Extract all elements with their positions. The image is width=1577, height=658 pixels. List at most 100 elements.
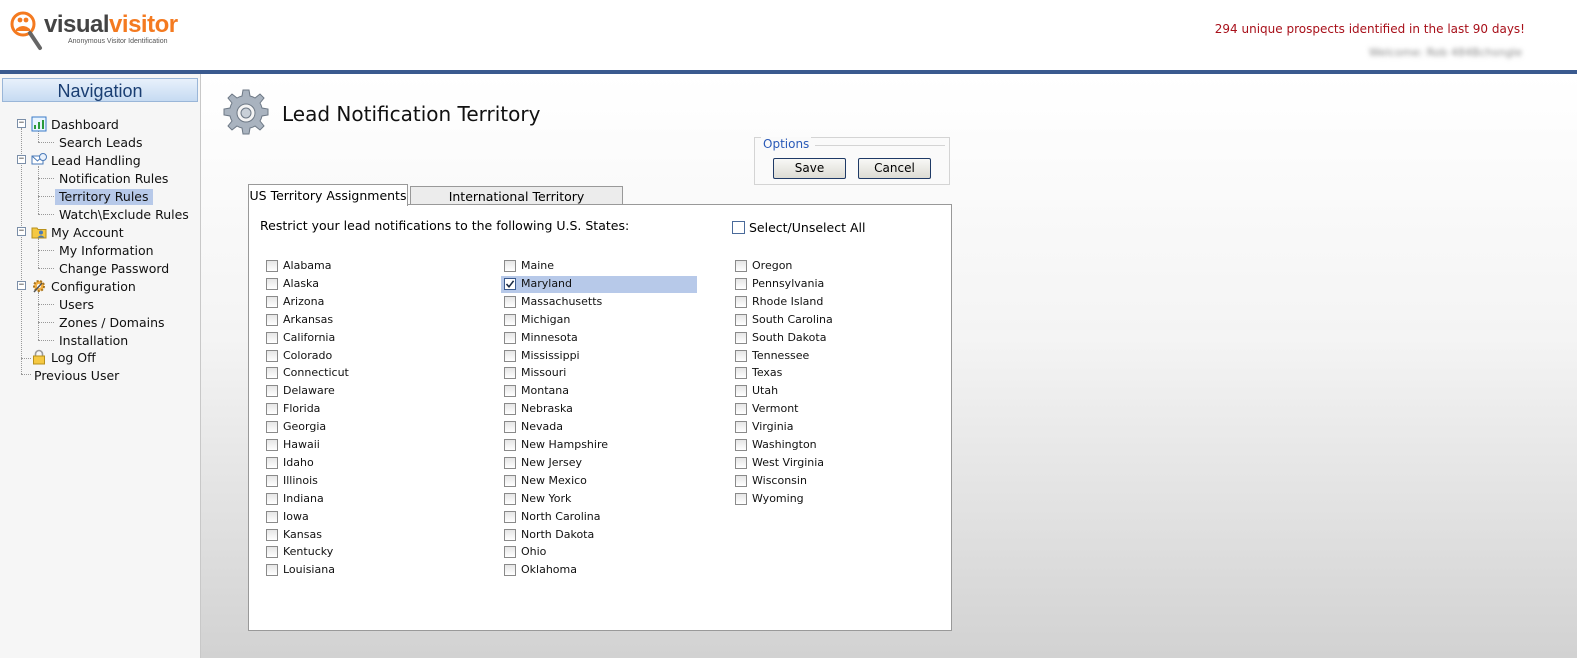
state-row-idaho[interactable]: Idaho [263,455,459,472]
state-checkbox-idaho[interactable] [266,456,278,469]
state-row-indiana[interactable]: Indiana [263,491,459,508]
state-checkbox-north-carolina[interactable] [504,510,516,523]
state-row-hawaii[interactable]: Hawaii [263,437,459,454]
state-checkbox-nebraska[interactable] [504,403,516,416]
state-checkbox-missouri[interactable] [504,367,516,380]
state-row-alaska[interactable]: Alaska [263,276,459,293]
state-row-north-dakota[interactable]: North Dakota [501,527,697,544]
state-row-georgia[interactable]: Georgia [263,419,459,436]
nav-watch-exclude-rules[interactable]: Watch\Exclude Rules [59,207,189,223]
state-checkbox-pennsylvania[interactable] [735,277,747,290]
state-row-south-carolina[interactable]: South Carolina [732,312,928,329]
state-checkbox-oklahoma[interactable] [504,564,516,577]
state-row-new-jersey[interactable]: New Jersey [501,455,697,472]
state-checkbox-louisiana[interactable] [266,564,278,577]
nav-previous-user[interactable]: Previous User [34,368,119,384]
state-row-mississippi[interactable]: Mississippi [501,348,697,365]
nav-search-leads[interactable]: Search Leads [59,135,142,151]
state-row-nebraska[interactable]: Nebraska [501,401,697,418]
state-row-ohio[interactable]: Ohio [501,544,697,561]
state-row-massachusetts[interactable]: Massachusetts [501,294,697,311]
state-checkbox-hawaii[interactable] [266,439,278,451]
save-button[interactable]: Save [773,158,846,179]
tab-us-territory-assignments[interactable]: US Territory Assignments [248,184,408,206]
nav-change-password[interactable]: Change Password [59,261,169,277]
nav-my-information[interactable]: My Information [59,243,154,259]
state-row-west-virginia[interactable]: West Virginia [732,455,928,472]
state-checkbox-south-dakota[interactable] [735,331,747,344]
state-checkbox-iowa[interactable] [266,510,278,523]
state-row-minnesota[interactable]: Minnesota [501,330,697,347]
state-row-tennessee[interactable]: Tennessee [732,348,928,365]
state-row-north-carolina[interactable]: North Carolina [501,509,697,526]
state-checkbox-oregon[interactable] [735,260,747,272]
state-row-vermont[interactable]: Vermont [732,401,928,418]
state-checkbox-utah[interactable] [735,385,747,398]
collapse-toggle-icon[interactable]: − [17,281,26,290]
state-checkbox-alabama[interactable] [266,260,278,272]
state-checkbox-wyoming[interactable] [735,492,747,505]
state-checkbox-arizona[interactable] [266,295,278,308]
state-row-washington[interactable]: Washington [732,437,928,454]
nav-notification-rules[interactable]: Notification Rules [59,171,168,187]
state-row-kentucky[interactable]: Kentucky [263,544,459,561]
state-checkbox-maryland[interactable] [504,277,516,290]
state-checkbox-west-virginia[interactable] [735,456,747,469]
state-checkbox-arkansas[interactable] [266,313,278,326]
state-row-maine[interactable]: Maine [501,258,697,275]
state-checkbox-new-york[interactable] [504,492,516,505]
state-row-iowa[interactable]: Iowa [263,509,459,526]
state-row-florida[interactable]: Florida [263,401,459,418]
state-row-louisiana[interactable]: Louisiana [263,562,459,579]
select-all-box[interactable] [732,221,745,234]
state-row-alabama[interactable]: Alabama [263,258,459,275]
state-row-utah[interactable]: Utah [732,383,928,400]
state-row-california[interactable]: California [263,330,459,347]
state-row-pennsylvania[interactable]: Pennsylvania [732,276,928,293]
state-row-colorado[interactable]: Colorado [263,348,459,365]
state-row-missouri[interactable]: Missouri [501,365,697,382]
nav-dashboard[interactable]: Dashboard [51,117,119,133]
state-checkbox-washington[interactable] [735,439,747,451]
state-checkbox-illinois[interactable] [266,474,278,487]
state-row-texas[interactable]: Texas [732,365,928,382]
tab-international-territory-assignments[interactable]: International Territory Assignments [410,186,623,224]
state-row-illinois[interactable]: Illinois [263,473,459,490]
state-row-virginia[interactable]: Virginia [732,419,928,436]
state-checkbox-colorado[interactable] [266,349,278,362]
nav-lead-handling[interactable]: Lead Handling [51,153,141,169]
nav-log-off[interactable]: Log Off [51,350,96,366]
state-checkbox-new-jersey[interactable] [504,456,516,469]
state-checkbox-new-hampshire[interactable] [504,439,516,451]
state-checkbox-montana[interactable] [504,385,516,398]
state-checkbox-mississippi[interactable] [504,349,516,362]
state-row-arkansas[interactable]: Arkansas [263,312,459,329]
state-row-new-hampshire[interactable]: New Hampshire [501,437,697,454]
state-row-oregon[interactable]: Oregon [732,258,928,275]
state-row-maryland[interactable]: Maryland [501,275,697,293]
state-row-oklahoma[interactable]: Oklahoma [501,562,697,579]
state-checkbox-alaska[interactable] [266,277,278,290]
state-checkbox-indiana[interactable] [266,492,278,505]
nav-my-account[interactable]: My Account [51,225,124,241]
state-checkbox-texas[interactable] [735,367,747,380]
logo[interactable]: visualvisitor Anonymous Visitor Identifi… [10,10,185,52]
state-checkbox-georgia[interactable] [266,421,278,434]
state-row-delaware[interactable]: Delaware [263,383,459,400]
state-checkbox-michigan[interactable] [504,313,516,326]
cancel-button[interactable]: Cancel [858,158,931,179]
state-row-connecticut[interactable]: Connecticut [263,365,459,382]
state-checkbox-new-mexico[interactable] [504,474,516,487]
state-row-new-york[interactable]: New York [501,491,697,508]
state-checkbox-wisconsin[interactable] [735,474,747,487]
nav-users[interactable]: Users [59,297,94,313]
nav-configuration[interactable]: Configuration [51,279,136,295]
state-checkbox-california[interactable] [266,331,278,344]
state-checkbox-kansas[interactable] [266,528,278,541]
state-row-new-mexico[interactable]: New Mexico [501,473,697,490]
state-checkbox-south-carolina[interactable] [735,313,747,326]
state-checkbox-delaware[interactable] [266,385,278,398]
state-checkbox-ohio[interactable] [504,546,516,559]
state-row-montana[interactable]: Montana [501,383,697,400]
state-row-wisconsin[interactable]: Wisconsin [732,473,928,490]
